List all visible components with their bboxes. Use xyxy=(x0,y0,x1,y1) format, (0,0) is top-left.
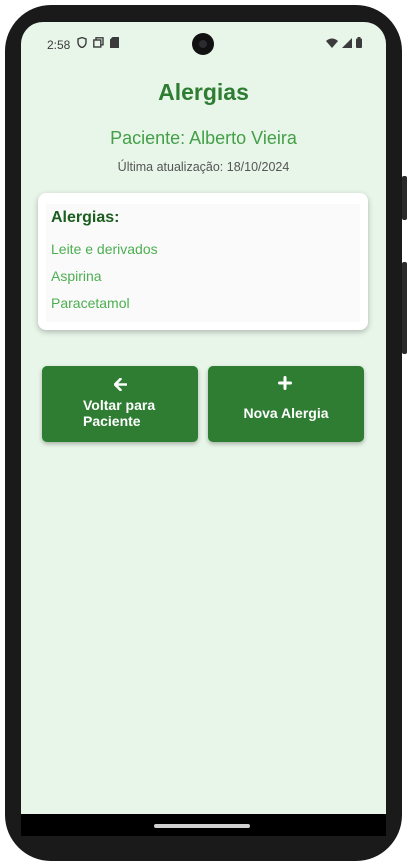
new-allergy-button[interactable]: Nova Alergia xyxy=(208,366,364,442)
patient-name: Paciente: Alberto Vieira xyxy=(110,128,297,148)
screen-copy-icon xyxy=(93,37,104,48)
status-right-icons xyxy=(326,37,362,48)
allergies-heading: Alergias: xyxy=(51,209,120,226)
plus-icon xyxy=(278,376,292,390)
new-allergy-button-label: Nova Alergia xyxy=(243,405,329,421)
page-title: Alergias xyxy=(158,79,249,105)
home-gesture-handle[interactable] xyxy=(154,824,250,828)
allergy-item: Paracetamol xyxy=(51,295,130,311)
shield-icon xyxy=(77,37,87,48)
arrow-left-icon xyxy=(114,378,127,391)
battery-icon xyxy=(356,37,362,48)
back-button-label-line1: Voltar para xyxy=(83,397,156,413)
navigation-bar xyxy=(21,814,386,836)
status-left-icons xyxy=(77,37,119,48)
allergy-item: Aspirina xyxy=(51,268,102,284)
allergy-item: Leite e derivados xyxy=(51,241,158,257)
wifi-icon xyxy=(326,38,338,48)
allergy-list: Leite e derivados Aspirina Paracetamol xyxy=(51,241,158,322)
volume-button xyxy=(402,262,407,354)
front-camera xyxy=(192,33,214,55)
allergies-card: Alergias: Leite e derivados Aspirina Par… xyxy=(38,193,368,330)
status-bar: 2:58 xyxy=(21,22,386,66)
last-update-text: Última atualização: 18/10/2024 xyxy=(117,160,290,174)
app-screen: 2:58 Alergias Paciente: Alberto Vieira Ú… xyxy=(21,22,386,814)
power-button xyxy=(402,176,407,220)
back-to-patient-button[interactable]: Voltar para Paciente xyxy=(42,366,198,442)
back-button-label: Voltar para Paciente xyxy=(83,397,183,429)
allergies-card-content: Alergias: Leite e derivados Aspirina Par… xyxy=(46,204,360,322)
sd-card-icon xyxy=(110,37,119,48)
signal-icon xyxy=(342,37,352,48)
back-button-label-line2: Paciente xyxy=(83,413,141,429)
status-time: 2:58 xyxy=(47,38,71,52)
